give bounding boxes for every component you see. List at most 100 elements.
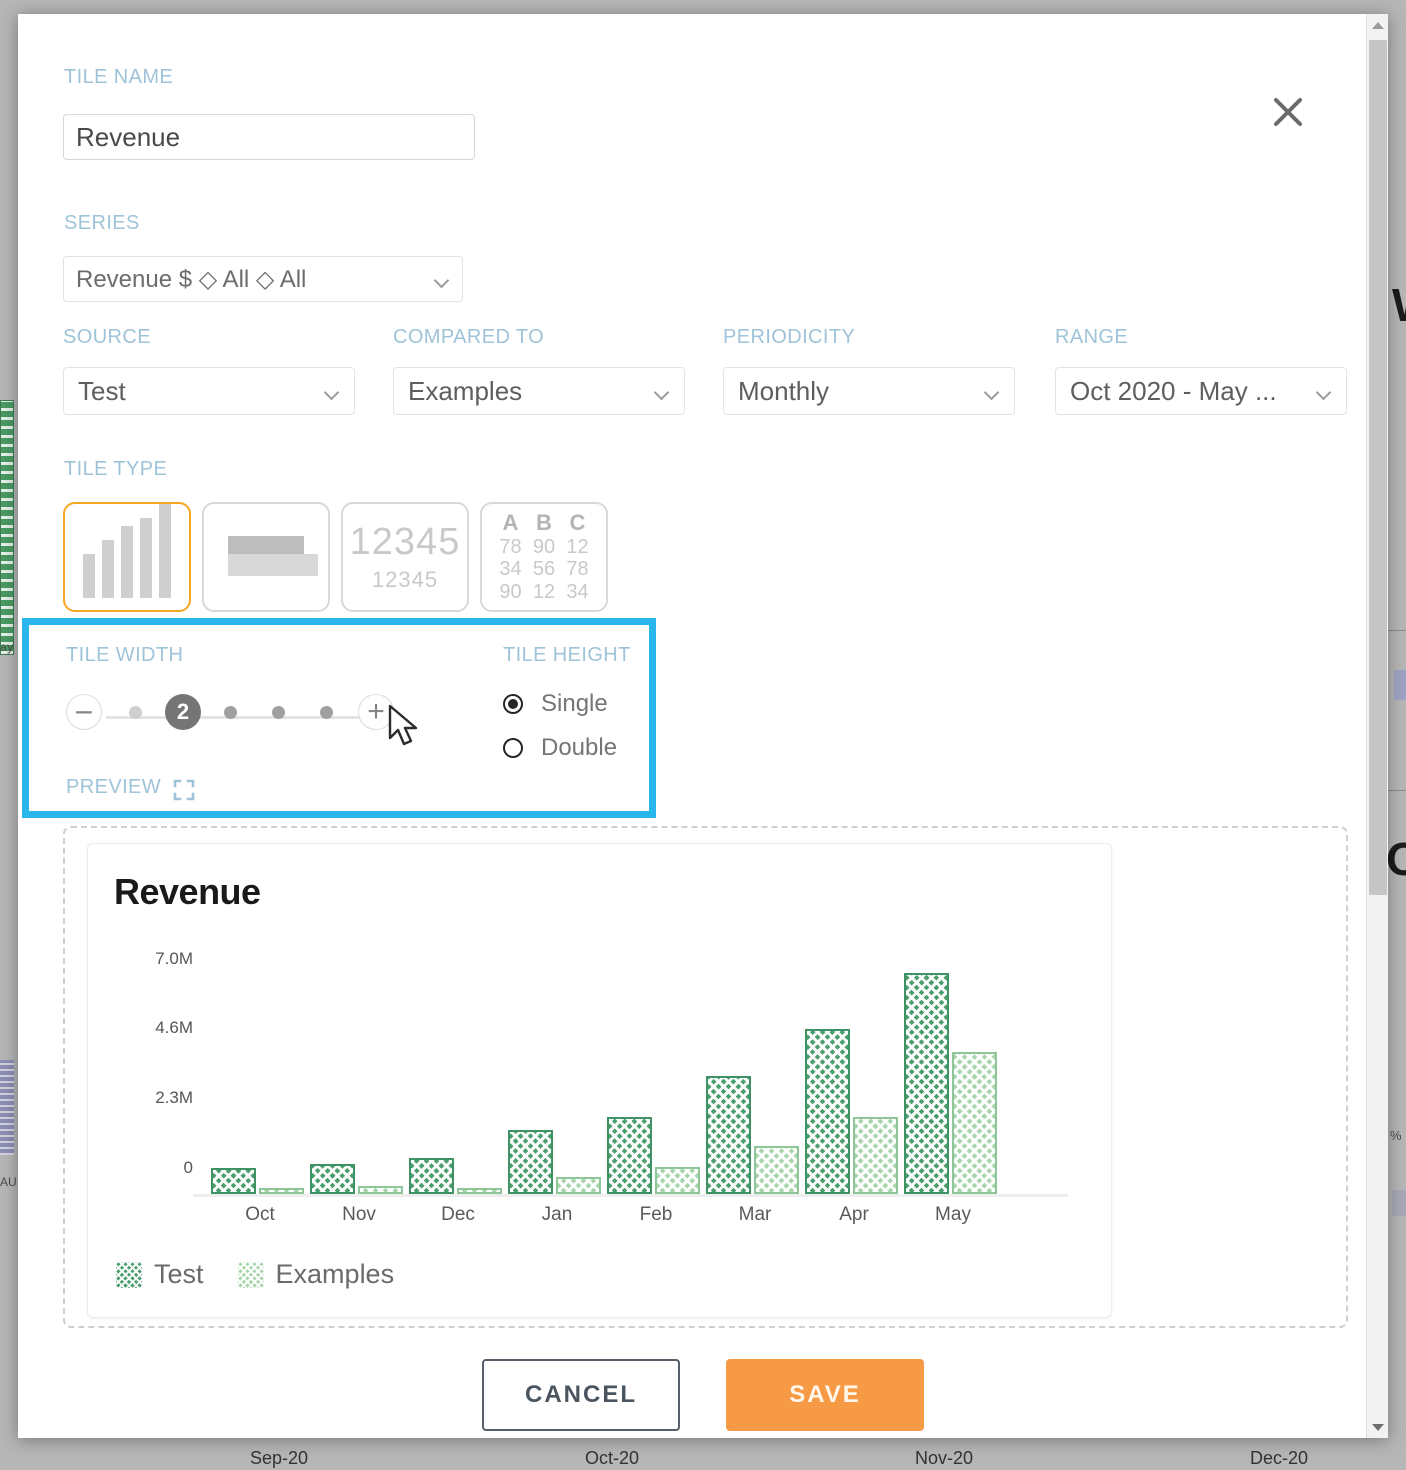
decrease-width-button[interactable]: − (66, 694, 102, 730)
periodicity-select[interactable]: Monthly (723, 367, 1015, 415)
table-icon-cell: 78 (494, 536, 527, 558)
x-tick-label: Dec (441, 1204, 475, 1226)
tile-height-label: TILE HEIGHT (503, 644, 631, 667)
y-axis: 7.0M 4.6M 2.3M 0 (118, 959, 193, 1194)
scrollbar-thumb[interactable] (1369, 40, 1387, 895)
tile-width-label: TILE WIDTH (66, 644, 183, 667)
background-fragment-left-2: AU (0, 1175, 17, 1189)
background-axis-label: Dec-20 (1250, 1448, 1308, 1469)
series-select[interactable]: Revenue $ ◇ All ◇ All (63, 256, 463, 302)
range-select[interactable]: Oct 2020 - May ... (1055, 367, 1347, 415)
chevron-down-icon (656, 387, 670, 396)
modal-scrollbar[interactable] (1366, 14, 1388, 1438)
background-axis-label: Nov-20 (915, 1448, 973, 1469)
table-icon: A B C 78 90 12 34 56 78 (482, 504, 606, 610)
range-label: RANGE (1055, 326, 1347, 349)
tile-type-options: 12345 12345 A B C 78 90 (63, 502, 608, 612)
legend-swatch-icon (238, 1262, 264, 1288)
slider-dot-4[interactable] (272, 706, 285, 719)
legend-item-examples[interactable]: Examples (238, 1259, 395, 1290)
chart-legend: Test Examples (116, 1259, 394, 1290)
compared-to-value: Examples (408, 376, 650, 407)
y-tick-label: 7.0M (155, 949, 193, 969)
tile-height-single-label: Single (541, 690, 608, 718)
tile-name-input[interactable] (63, 114, 475, 160)
range-field: RANGE Oct 2020 - May ... (1055, 326, 1347, 415)
tile-editor-modal: TILE NAME SERIES Revenue $ ◇ All ◇ All S… (18, 14, 1388, 1438)
periodicity-value: Monthly (738, 376, 980, 407)
revenue-bar-chart: 7.0M 4.6M 2.3M 0 (88, 959, 1113, 1249)
table-icon-cell: 12 (528, 581, 561, 603)
bar-group (706, 959, 799, 1194)
compared-to-label: COMPARED TO (393, 326, 685, 349)
legend-label: Test (154, 1259, 204, 1290)
table-icon-header: B (528, 511, 561, 536)
slider-dot-3[interactable] (224, 706, 237, 719)
tile-height-options: Single Double (503, 682, 617, 770)
scroll-down-icon[interactable] (1367, 1416, 1388, 1438)
number-icon: 12345 12345 (343, 504, 467, 610)
chart-title: Revenue (114, 871, 261, 913)
tile-type-table[interactable]: A B C 78 90 12 34 56 78 (480, 502, 608, 612)
cancel-button[interactable]: CANCEL (482, 1359, 680, 1431)
chevron-down-icon (436, 275, 450, 284)
minus-icon: − (75, 701, 94, 723)
background-block-1 (1394, 670, 1406, 700)
bar-group (508, 959, 601, 1194)
table-icon-cell: 90 (528, 536, 561, 558)
slider-dot-1[interactable] (129, 706, 142, 719)
background-axis-label: Oct-20 (585, 1448, 639, 1469)
tile-height-option-double[interactable]: Double (503, 726, 617, 770)
tile-type-number[interactable]: 12345 12345 (341, 502, 469, 612)
legend-item-test[interactable]: Test (116, 1259, 204, 1290)
modal-footer: CANCEL SAVE (18, 1354, 1366, 1438)
table-icon-cell: 78 (561, 558, 594, 580)
tile-height-double-label: Double (541, 734, 617, 762)
compared-to-select[interactable]: Examples (393, 367, 685, 415)
background-chart-bar-left (0, 400, 14, 655)
x-tick-label: Apr (839, 1204, 869, 1226)
x-axis-labels: Oct Nov Dec Jan Feb Mar Apr May (203, 1204, 1058, 1234)
modal-content: TILE NAME SERIES Revenue $ ◇ All ◇ All S… (18, 14, 1366, 1438)
periodicity-label: PERIODICITY (723, 326, 1015, 349)
preview-container: Revenue 7.0M 4.6M 2.3M 0 (63, 826, 1348, 1328)
bar-group (211, 959, 304, 1194)
background-fragment-left-1: ay (0, 640, 14, 654)
table-icon-cell: 12 (561, 536, 594, 558)
x-tick-label: Feb (640, 1204, 673, 1226)
source-select[interactable]: Test (63, 367, 355, 415)
preview-tile: Revenue 7.0M 4.6M 2.3M 0 (87, 843, 1112, 1318)
bar-group (607, 959, 700, 1194)
tile-type-bar-chart[interactable] (202, 502, 330, 612)
chart-plot-area (203, 959, 1058, 1194)
table-icon-cell: 34 (494, 558, 527, 580)
y-tick-label: 2.3M (155, 1088, 193, 1108)
slider-current-value[interactable]: 2 (165, 694, 201, 730)
expand-icon[interactable] (173, 779, 195, 806)
slider-dot-5[interactable] (320, 706, 333, 719)
tile-height-option-single[interactable]: Single (503, 682, 617, 726)
range-value: Oct 2020 - May ... (1070, 376, 1312, 407)
background-fragment-percent: % (1390, 1128, 1402, 1143)
bar-group (310, 959, 403, 1194)
tile-type-column-chart[interactable] (63, 502, 191, 612)
close-icon[interactable] (1262, 86, 1314, 138)
source-label: SOURCE (63, 326, 355, 349)
column-chart-icon (83, 504, 171, 610)
slider-track (106, 716, 394, 719)
background-axis-labels: Sep-20 Oct-20 Nov-20 Dec-20 (0, 1448, 1406, 1470)
compared-to-field: COMPARED TO Examples (393, 326, 685, 415)
save-button[interactable]: SAVE (726, 1359, 924, 1431)
periodicity-field: PERIODICITY Monthly (723, 326, 1015, 415)
tile-type-label: TILE TYPE (64, 458, 167, 481)
bar-group (805, 959, 898, 1194)
preview-label: PREVIEW (66, 776, 161, 799)
number-icon-small: 12345 (372, 569, 438, 591)
plus-icon: + (367, 699, 385, 725)
scroll-up-icon[interactable] (1367, 14, 1388, 36)
mouse-cursor (388, 704, 422, 755)
table-icon-header: C (561, 511, 594, 536)
tile-width-slider[interactable]: − 2 + (66, 694, 396, 740)
background-fragment-right-1: W (1392, 278, 1406, 332)
legend-swatch-icon (116, 1262, 142, 1288)
